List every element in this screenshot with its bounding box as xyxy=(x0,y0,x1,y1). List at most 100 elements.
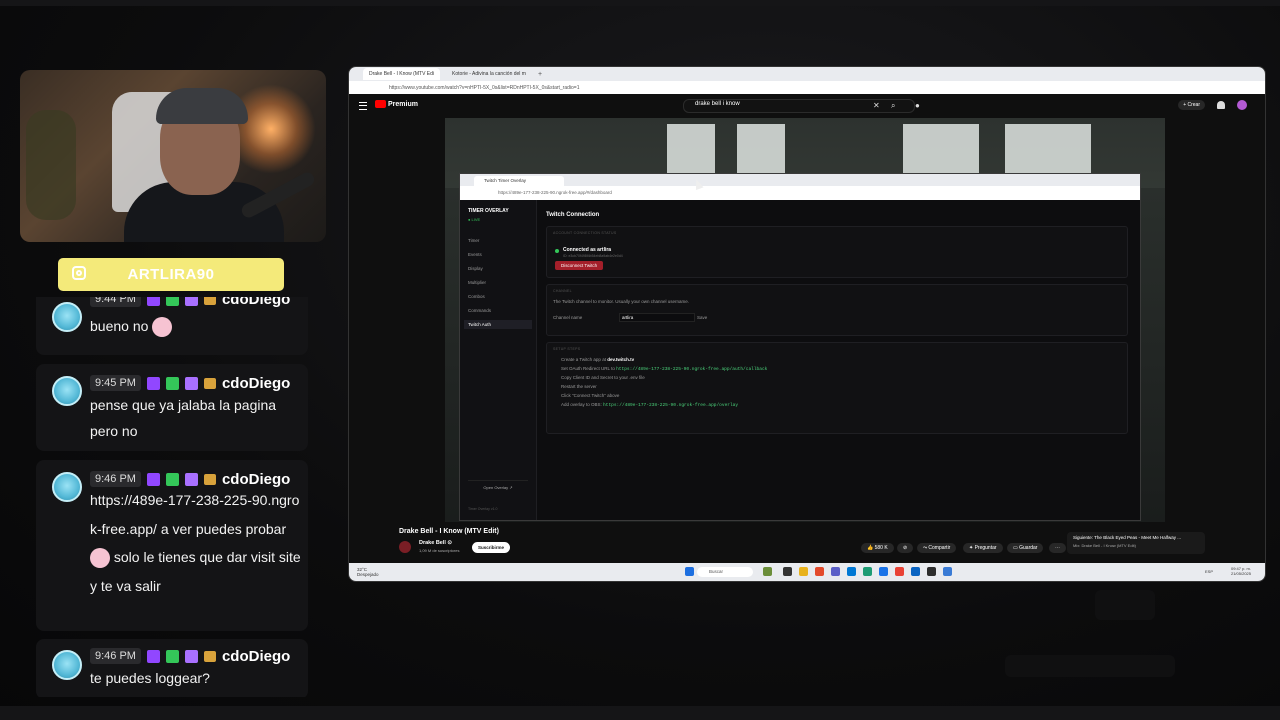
twitch-badge-icon xyxy=(146,472,160,486)
create-button[interactable]: + Crear xyxy=(1178,100,1205,110)
channel-name[interactable]: Drake Bell ⊙ xyxy=(419,540,452,546)
dislike-button[interactable]: ⊘ xyxy=(897,543,914,553)
nav-item-twitch-auth[interactable]: Twitch Auth xyxy=(464,320,532,329)
teams-icon[interactable] xyxy=(831,567,840,576)
twitch-badge-icon xyxy=(146,297,160,306)
avatar[interactable] xyxy=(399,541,411,553)
app-icon[interactable] xyxy=(815,567,824,576)
nav-item-timer[interactable]: Timer xyxy=(468,238,479,243)
video-info: Drake Bell - I Know (MTV Edit) Drake Bel… xyxy=(349,522,1265,562)
taskbar-search[interactable]: Buscar xyxy=(697,567,753,577)
ask-button[interactable]: ✦ Preguntar xyxy=(963,543,1003,553)
like-button[interactable]: 👍 580 K xyxy=(861,543,894,553)
tab-timer-overlay[interactable]: Twitch Timer Overlay xyxy=(474,176,564,186)
setup-step: Copy Client ID and Secret to your .env f… xyxy=(561,375,645,380)
instagram-banner: ARTLIRA90 xyxy=(58,258,284,291)
blurred-top-strip xyxy=(0,0,1280,6)
twitch-badge-icon xyxy=(146,649,160,663)
avatar[interactable] xyxy=(1237,100,1247,110)
blurred-bottom-strip xyxy=(0,706,1280,720)
app-icon[interactable] xyxy=(847,567,856,576)
address-bar[interactable]: https://www.youtube.com/watch?v=nHPTI-5X… xyxy=(349,81,1265,94)
share-button[interactable]: ⤳ Compartir xyxy=(917,543,957,553)
username[interactable]: cdoDiego xyxy=(222,471,290,488)
live-status: ● LIVE xyxy=(468,217,481,222)
video-title: Drake Bell - I Know (MTV Edit) xyxy=(399,528,499,535)
subscribe-button[interactable]: Suscribirme xyxy=(472,542,511,553)
like-icon: 👍 xyxy=(867,545,874,551)
new-tab-icon[interactable]: + xyxy=(538,71,542,78)
disconnect-button[interactable]: Disconnect Twitch xyxy=(555,261,604,270)
timestamp: 9:45 PM xyxy=(90,375,141,391)
blurred-panel xyxy=(1005,655,1175,677)
chrome-icon[interactable] xyxy=(895,567,904,576)
youtube-play-icon xyxy=(375,100,386,108)
save-video-button[interactable]: ▭ Guardar xyxy=(1007,543,1044,553)
inner-address-bar[interactable]: https://489e-177-238-225-90.ngrok-free.a… xyxy=(460,186,1140,200)
moderator-badge-icon xyxy=(165,297,179,306)
tab-youtube[interactable]: Drake Bell - I Know (MTV Edi xyxy=(363,68,441,80)
menu-icon[interactable] xyxy=(359,102,367,110)
app-main: Twitch Connection ACCOUNT CONNECTION STA… xyxy=(546,208,1128,520)
folder-icon[interactable] xyxy=(799,567,808,576)
subscriber-badge-icon xyxy=(184,376,198,390)
channel-field-label: Channel name xyxy=(553,315,583,320)
chat-panel: 9:44 PM cdoDiego bueno no 9:45 PM cdoDie… xyxy=(36,297,308,697)
start-icon[interactable] xyxy=(685,567,694,576)
moderator-badge-icon xyxy=(165,376,179,390)
nav-item-display[interactable]: Display xyxy=(468,266,483,271)
page-title: Twitch Connection xyxy=(546,212,600,218)
nav-item-commands[interactable]: Commands xyxy=(468,308,491,313)
username[interactable]: cdoDiego xyxy=(222,648,290,665)
edge-icon[interactable] xyxy=(863,567,872,576)
avatar xyxy=(52,302,82,332)
moderator-badge-icon xyxy=(165,649,179,663)
youtube-logo[interactable]: Premium xyxy=(375,100,418,108)
connection-card: ACCOUNT CONNECTION STATUS Connected as a… xyxy=(546,226,1128,278)
app-icon[interactable] xyxy=(943,567,952,576)
tab-kotorie[interactable]: Kotorie - Adivina la canción del m xyxy=(446,68,532,80)
timer-overlay-window: Twitch Timer Overlay https://489e-177-23… xyxy=(459,173,1141,521)
connected-id: ID: e3cb70f498f4b54eb8a9ab4e2e0d4 xyxy=(563,254,623,258)
save-button[interactable]: Save xyxy=(697,315,707,320)
connected-status: Connected as artlira xyxy=(563,247,612,253)
clear-search-icon[interactable]: ✕ xyxy=(873,101,880,110)
app-icon[interactable] xyxy=(763,567,772,576)
gift-badge-icon xyxy=(203,473,216,485)
chat-message: 9:45 PM cdoDiego pense que ya jalaba la … xyxy=(36,364,308,451)
message-text: bueno no xyxy=(90,313,302,339)
clock[interactable]: 09:47 p. m. 21/05/2025 xyxy=(1231,566,1251,576)
app-icon[interactable] xyxy=(783,567,792,576)
search-icon[interactable]: ⌕ xyxy=(891,101,895,111)
app-icon[interactable] xyxy=(911,567,920,576)
subscriber-count: 1,09 M de suscriptores xyxy=(419,548,460,553)
gift-badge-icon xyxy=(203,297,216,305)
timestamp: 9:46 PM xyxy=(90,648,141,664)
search-query: drake bell i know xyxy=(695,101,740,107)
screen-capture: Drake Bell - I Know (MTV Edi Kotorie - A… xyxy=(348,66,1266,582)
youtube-header: Premium drake bell i know ✕ ⌕ ● + Crear xyxy=(349,94,1265,116)
up-next-card[interactable]: Siguiente: The Black Eyed Peas - Meet Me… xyxy=(1067,532,1205,554)
app-sidebar: TIMER OVERLAY ● LIVE Timer Events Displa… xyxy=(460,200,537,520)
username[interactable]: cdoDiego xyxy=(222,375,290,392)
weather-widget[interactable]: 32°C Despejado xyxy=(357,567,379,577)
nav-item-events[interactable]: Events xyxy=(468,252,482,257)
timestamp: 9:44 PM xyxy=(90,297,141,307)
bell-icon[interactable] xyxy=(1217,101,1225,109)
nav-item-combos[interactable]: Combos xyxy=(468,294,485,299)
app-icon[interactable] xyxy=(879,567,888,576)
username[interactable]: cdoDiego xyxy=(222,297,290,308)
windows-taskbar: 32°C Despejado Buscar ESP 09:47 p. m. 21/0… xyxy=(349,563,1265,581)
message-text: te puedes loggear? xyxy=(90,670,210,686)
open-overlay-button[interactable]: Open Overlay ↗ xyxy=(468,480,528,490)
more-options-icon[interactable]: ⋯ xyxy=(1049,543,1066,553)
voice-search-icon[interactable]: ● xyxy=(915,101,920,110)
app-icon[interactable] xyxy=(927,567,936,576)
subscriber-badge-icon xyxy=(184,297,198,306)
gift-badge-icon xyxy=(203,650,216,662)
channel-input[interactable]: artlira xyxy=(619,313,695,322)
address-url: https://www.youtube.com/watch?v=nHPTI-5X… xyxy=(389,84,580,91)
nav-item-multiplier[interactable]: Multiplier xyxy=(468,280,486,285)
instagram-handle: ARTLIRA90 xyxy=(127,266,215,283)
language-indicator[interactable]: ESP xyxy=(1205,569,1213,574)
